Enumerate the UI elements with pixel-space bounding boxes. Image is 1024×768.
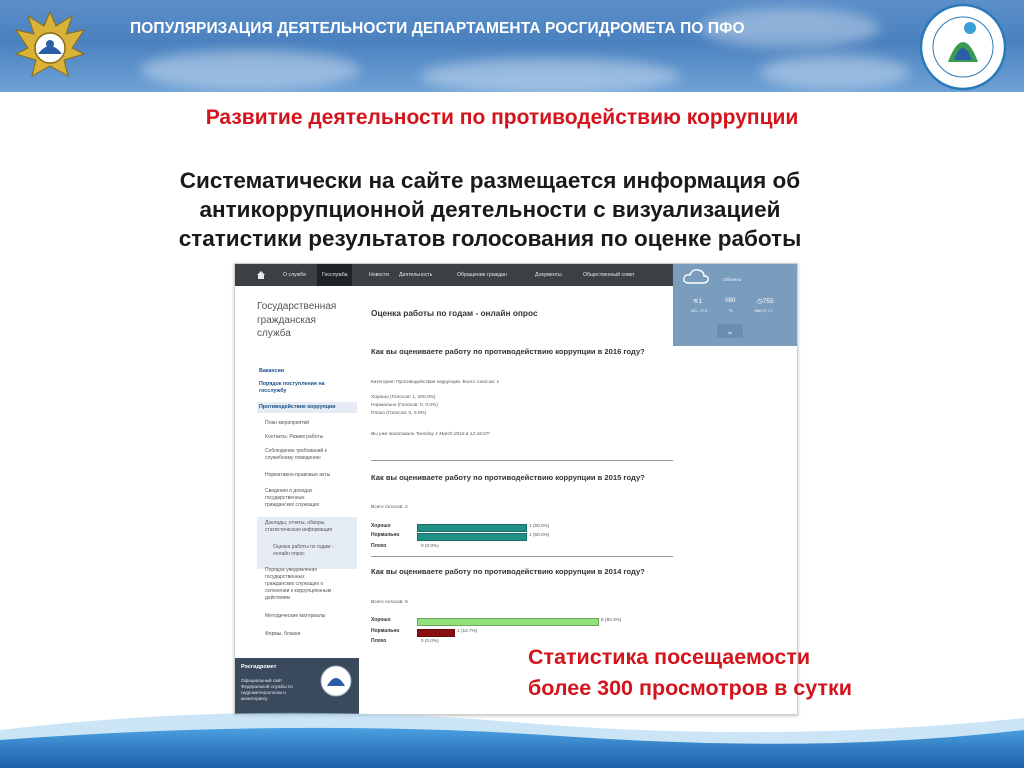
poll-2016-result: Плохо (Голосов: 0, 0.0%) [371, 411, 427, 416]
sidebar-subitem[interactable]: Нормативно-правовые акты [265, 472, 357, 479]
poll-bar [417, 618, 599, 626]
sidebar-subitem-active[interactable]: Оценка работы по годам - [273, 544, 357, 551]
poll-2016-voted-note: Вы уже голосовали Tuesday 1 March 2016 в… [371, 432, 490, 437]
wind-value: ≋1 [693, 298, 703, 305]
humidity-sub: % [729, 308, 733, 313]
footer-wave-decoration [0, 712, 1024, 768]
footer-banner-title: Росгидромет [241, 664, 277, 670]
poll-row: Хорошо 1 (50.0%) [371, 523, 671, 532]
nav-item-documents[interactable]: Документы [535, 264, 562, 286]
nav-item-civil-service[interactable]: Госслужба [317, 264, 353, 286]
nav-item-about[interactable]: О службе [283, 264, 306, 286]
sidebar-subitem[interactable]: Методические материалы [265, 613, 357, 620]
sidebar-subitem[interactable]: статистическая информация [265, 527, 357, 534]
sidebar-item-admission-cont[interactable]: госслужбу [259, 388, 357, 395]
sidebar-subitem[interactable]: служебному поведению [265, 455, 357, 462]
poll-row: Нормально 1 (50.0%) [371, 532, 671, 541]
poll-bar [417, 629, 455, 637]
sidebar-subitem[interactable]: государственных [265, 495, 357, 502]
nav-item-citizen-appeals[interactable]: Обращение граждан [457, 264, 507, 286]
sidebar-subitem-active[interactable]: онлайн опрос [273, 551, 357, 558]
divider [371, 460, 673, 461]
sidebar: Государственная гражданская служба [257, 300, 357, 341]
nav-item-public-council[interactable]: Общественный совет [583, 264, 635, 286]
top-navigation: О службе Госслужба Новости Деятельность … [235, 264, 673, 286]
poll-row-label: Хорошо [371, 523, 391, 529]
cloud-icon [683, 269, 709, 284]
rosgidromet-small-logo-icon [320, 665, 352, 697]
poll-2016-category: Категория: Противодействие коррупции. Вс… [371, 380, 500, 385]
sidebar-item-admission[interactable]: Порядок поступления на [259, 381, 357, 388]
pressure-sub: мм рт. ст. [755, 308, 774, 313]
department-round-logo-icon [919, 3, 1007, 91]
slide-intro: Систематически на сайте размещается инфо… [40, 166, 940, 253]
poll-row-value: 1 (50.0%) [529, 532, 550, 537]
poll-row: Плохо 0 (0.0%) [371, 543, 671, 551]
poll-bar [417, 533, 527, 541]
home-icon[interactable] [257, 271, 265, 279]
intro-line: статистики результатов голосования по оц… [178, 226, 802, 251]
poll-2015-total: Всего голосов: 2 [371, 505, 408, 510]
poll-row-label: Нормально [371, 628, 400, 634]
header-title: ПОПУЛЯРИЗАЦИЯ ДЕЯТЕЛЬНОСТИ ДЕПАРТАМЕНТА … [130, 20, 745, 37]
poll-row-value: 5 (83.3%) [601, 617, 622, 622]
sidebar-item-anticorruption[interactable]: Противодействие коррупции [259, 404, 357, 411]
nav-item-news[interactable]: Новости [369, 264, 389, 286]
footer-banner-text: Официальный сайт Федеральной службы по г… [241, 678, 293, 701]
intro-line: антикоррупционной деятельности с визуали… [199, 197, 781, 222]
pressure-value: ◷755 [757, 298, 774, 305]
divider [371, 556, 673, 557]
sidebar-subitem[interactable]: государственных [265, 574, 357, 581]
poll-2016-result: Нормально (Голосов: 0, 0.0%) [371, 403, 438, 408]
humidity: 80 [728, 297, 736, 304]
pressure: 755 [762, 298, 774, 305]
poll-row-value: 1 (16.7%) [457, 628, 478, 633]
sidebar-title-line: гражданская [257, 314, 316, 326]
sidebar-subitem[interactable]: гражданских служащих [265, 502, 357, 509]
header-banner: ПОПУЛЯРИЗАЦИЯ ДЕЯТЕЛЬНОСТИ ДЕПАРТАМЕНТА … [0, 0, 1024, 92]
wind-sub: юб. ↓0.3 [691, 308, 708, 313]
sidebar-subitem[interactable]: Доклады, отчеты, обзоры, [265, 520, 357, 527]
page-title: Оценка работы по годам - онлайн опрос [371, 308, 538, 318]
poll-row: Нормально 1 (16.7%) [371, 628, 671, 637]
stats-line: Статистика посещаемости [528, 645, 811, 669]
poll-row-value: 1 (50.0%) [529, 523, 550, 528]
rosgidromet-emblem-icon [14, 10, 86, 77]
poll-2014-total: Всего голосов: 6 [371, 600, 408, 605]
poll-bar [417, 524, 527, 532]
sidebar-subitem[interactable]: действиям [265, 595, 357, 602]
poll-row-label: Плохо [371, 543, 387, 549]
poll-row: Хорошо 5 (83.3%) [371, 617, 671, 626]
traffic-stats: Статистика посещаемости более 300 просмо… [528, 642, 988, 704]
poll-row-label: Нормально [371, 532, 400, 538]
sidebar-subitem[interactable]: гражданских служащих о [265, 581, 357, 588]
sidebar-subitem[interactable]: Контакты. Режим работы [265, 434, 357, 441]
sidebar-subitem[interactable]: склонении к коррупционным [265, 588, 357, 595]
poll-row-label: Плохо [371, 638, 387, 644]
poll-row-value: 0 (0.0%) [421, 543, 439, 548]
poll-2014-question: Как вы оцениваете работу по противодейст… [371, 567, 645, 576]
poll-2016-result: Хорошо (Голосов: 1, 100.0%) [371, 395, 436, 400]
slide-heading: Развитие деятельности по противодействию… [205, 106, 799, 129]
humidity-value: ◊80 [725, 297, 736, 304]
weather-widget: Облачно ≋1 ◊80 ◷755 юб. ↓0.3 % мм рт. ст… [673, 264, 797, 346]
sidebar-subitem[interactable]: Формы, бланки [265, 631, 357, 638]
weather-condition: Облачно [723, 277, 742, 282]
poll-row-value: 0 (0.0%) [421, 638, 439, 643]
intro-line: Систематически на сайте размещается инфо… [179, 168, 801, 193]
wind-speed: 1 [698, 298, 703, 305]
nav-item-activity[interactable]: Деятельность [399, 264, 432, 286]
sidebar-subitem[interactable]: План мероприятий [265, 420, 357, 427]
sidebar-subitem[interactable]: Соблюдение требований к [265, 448, 357, 455]
sidebar-item-vacancies[interactable]: Вакансии [259, 368, 357, 375]
poll-2016-question: Как вы оцениваете работу по противодейст… [371, 347, 645, 356]
poll-row-label: Хорошо [371, 617, 391, 623]
sidebar-title-line: служба [257, 328, 291, 339]
sidebar-subitem[interactable]: Порядок уведомления [265, 567, 357, 574]
chevron-down-icon[interactable]: ⌄ [717, 324, 743, 338]
poll-2015-question: Как вы оцениваете работу по противодейст… [371, 473, 645, 482]
sidebar-title-line: Государственная [257, 301, 337, 312]
sidebar-subitem[interactable]: Сведения о доходах [265, 488, 357, 495]
